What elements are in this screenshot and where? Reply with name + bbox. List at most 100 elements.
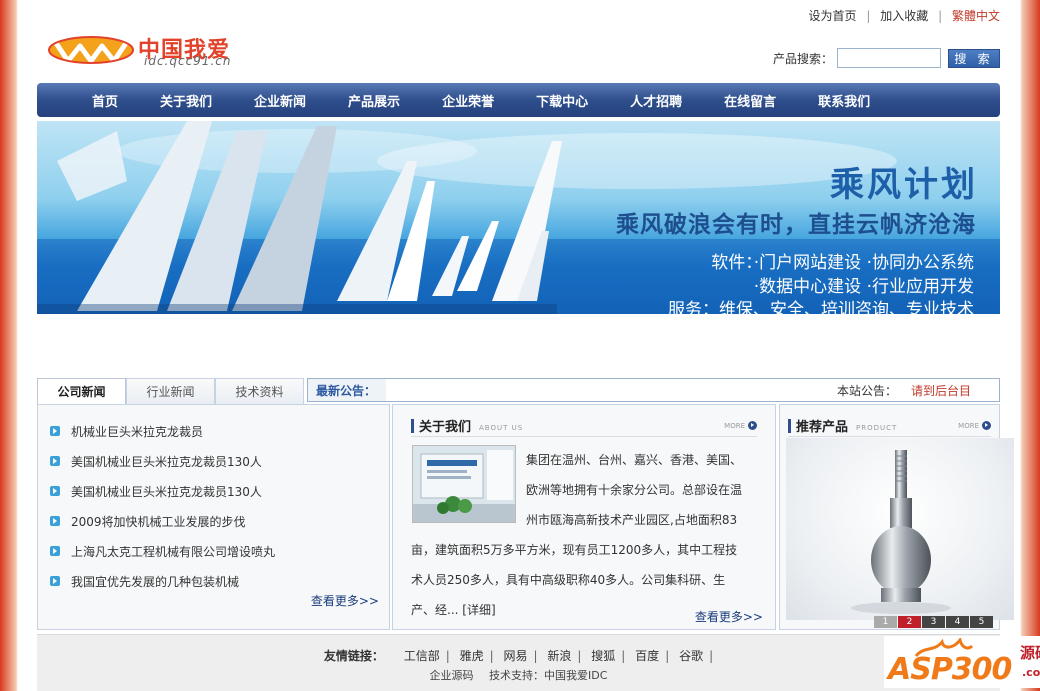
traditional-chinese-link[interactable]: 繁體中文 <box>952 9 1000 23</box>
news-title[interactable]: 上海凡太克工程机械有限公司增设喷丸 <box>71 543 275 560</box>
banner-line: 软件：·门户网站建设 ·协同办公系统 <box>711 253 974 273</box>
separator: | <box>445 649 450 663</box>
tab-tech-docs[interactable]: 技术资料 <box>215 378 304 404</box>
site-notice-label: 本站公告： <box>836 383 897 398</box>
list-item[interactable]: 机械业巨头米拉克龙裁员 <box>50 416 389 446</box>
product-title: 推荐产品 <box>796 420 849 435</box>
arrow-right-icon <box>982 421 991 430</box>
arrow-bullet-icon <box>50 576 60 586</box>
more-label: MORE <box>724 421 745 430</box>
news-title[interactable]: 2009将加快机械工业发展的步伐 <box>71 513 246 530</box>
separator: | <box>665 649 670 663</box>
copyright-source: 企业源码 <box>429 669 474 682</box>
watermark-side-text: 源码 <box>1020 644 1040 662</box>
nav-item-downloads[interactable]: 下载中心 <box>536 91 588 110</box>
header-bar-icon <box>788 418 791 433</box>
pager-page-4[interactable]: 4 <box>946 616 969 628</box>
about-title: 关于我们 <box>419 420 472 435</box>
news-title[interactable]: 我国宜优先发展的几种包装机械 <box>71 573 239 590</box>
news-title[interactable]: 美国机械业巨头米拉克龙裁员130人 <box>71 483 262 500</box>
news-title[interactable]: 美国机械业巨头米拉克龙裁员130人 <box>71 453 262 470</box>
news-tabs: 公司新闻 行业新闻 技术资料 <box>37 378 304 404</box>
search-bar: 产品搜索： 搜 索 <box>773 48 1000 68</box>
nav-item-jobs[interactable]: 人才招聘 <box>630 91 682 110</box>
logo[interactable]: 中国我爱 idc.qcc91.cn <box>48 30 278 70</box>
arrow-bullet-icon <box>50 426 60 436</box>
hero-banner[interactable]: 乘风计划 乘风破浪会有时，直挂云帆济沧海 软件：·门户网站建设 ·协同办公系统 … <box>37 121 1000 314</box>
header-bar-icon <box>411 418 414 433</box>
news-title[interactable]: 机械业巨头米拉克龙裁员 <box>71 423 203 440</box>
product-header: 推荐产品 PRODUCT MORE <box>788 415 991 437</box>
arrow-right-icon <box>748 421 757 430</box>
pager-page-1[interactable]: 1 <box>874 616 897 628</box>
notice-label: 最新公告： <box>316 383 377 398</box>
news-more-link[interactable]: 查看更多>> <box>311 592 379 609</box>
pager-page-3[interactable]: 3 <box>922 616 945 628</box>
site-notice-message[interactable]: 请到后台目 <box>911 382 971 399</box>
footer-link[interactable]: 新浪 <box>547 649 571 663</box>
top-links: 设为首页 | 加入收藏 | 繁體中文 <box>809 7 1000 24</box>
footer-link[interactable]: 谷歌 <box>679 649 703 663</box>
nav-item-products[interactable]: 产品展示 <box>348 91 400 110</box>
arrow-bullet-icon <box>50 516 60 526</box>
page: 设为首页 | 加入收藏 | 繁體中文 中国我爱 idc.qcc91.cn 产品搜… <box>18 0 1040 691</box>
separator: | <box>621 649 626 663</box>
pager-page-5[interactable]: 5 <box>970 616 993 628</box>
copyright-support: 技术支持：中国我爱IDC <box>489 669 608 682</box>
search-button[interactable]: 搜 索 <box>948 48 1000 68</box>
about-more-link[interactable]: 查看更多>> <box>695 608 763 625</box>
banner-line: ·数据中心建设 ·行业应用开发 <box>753 277 974 297</box>
about-panel: 关于我们 ABOUT US MORE 集团在温州、台州、嘉兴、香港、美国、欧洲等… <box>392 404 776 630</box>
photo-spacer <box>411 445 526 533</box>
list-item[interactable]: 美国机械业巨头米拉克龙裁员130人 <box>50 476 389 506</box>
pager-page-2[interactable]: 2 <box>898 616 921 628</box>
add-favorite-link[interactable]: 加入收藏 <box>880 9 928 23</box>
tab-company-news[interactable]: 公司新闻 <box>37 378 126 404</box>
logo-domain-text: idc.qcc91.cn <box>144 54 232 68</box>
footer-link[interactable]: 网易 <box>504 649 528 663</box>
friend-links-label: 友情链接： <box>323 649 384 663</box>
product-panel: 推荐产品 PRODUCT MORE 1 2 3 4 5 <box>779 404 1014 630</box>
footer-link[interactable]: 百度 <box>635 649 659 663</box>
watermark-domain-text: .com <box>1022 666 1040 679</box>
cv-joint-product-icon <box>851 450 951 614</box>
arrow-bullet-icon <box>50 546 60 556</box>
product-title-en: PRODUCT <box>856 423 898 432</box>
tab-industry-news[interactable]: 行业新闻 <box>126 378 215 404</box>
separator: | <box>489 649 494 663</box>
nav-item-about[interactable]: 关于我们 <box>160 91 212 110</box>
footer-link[interactable]: 雅虎 <box>460 649 484 663</box>
notice-bar: 最新公告： 本站公告： 请到后台目 <box>307 378 1000 402</box>
more-label: MORE <box>958 421 979 430</box>
footer-link[interactable]: 搜狐 <box>591 649 615 663</box>
nav-item-news[interactable]: 企业新闻 <box>254 91 306 110</box>
list-item[interactable]: 2009将加快机械工业发展的步伐 <box>50 506 389 536</box>
set-home-link[interactable]: 设为首页 <box>809 9 857 23</box>
about-header: 关于我们 ABOUT US MORE <box>411 415 757 437</box>
watermark-logo: ASP300 源码 .com <box>884 636 1040 688</box>
news-panel: 机械业巨头米拉克龙裁员 美国机械业巨头米拉克龙裁员130人 美国机械业巨头米拉克… <box>37 404 390 630</box>
separator: | <box>533 649 538 663</box>
product-more-button[interactable]: MORE <box>958 421 991 430</box>
product-image[interactable] <box>786 438 1014 620</box>
arrow-bullet-icon <box>50 486 60 496</box>
about-more-button[interactable]: MORE <box>724 421 757 430</box>
separator: | <box>938 9 943 23</box>
separator: | <box>709 649 714 663</box>
footer-link[interactable]: 工信部 <box>404 649 440 663</box>
nav-item-messages[interactable]: 在线留言 <box>724 91 776 110</box>
banner-line: 服务：维保、安全、培训咨询、专业技术 <box>668 300 974 314</box>
list-item[interactable]: 上海凡太克工程机械有限公司增设喷丸 <box>50 536 389 566</box>
about-title-en: ABOUT US <box>479 423 524 432</box>
watermark-main-text: ASP300 <box>888 652 1012 687</box>
nav-item-honors[interactable]: 企业荣誉 <box>442 91 494 110</box>
logo-w-icon <box>48 36 134 64</box>
banner-title: 乘风计划 <box>830 165 978 205</box>
list-item[interactable]: 美国机械业巨头米拉克龙裁员130人 <box>50 446 389 476</box>
footer: 友情链接： 工信部 | 雅虎 | 网易 | 新浪 | 搜狐 | 百度 | 谷歌 | 企业源码 … <box>37 634 1000 691</box>
nav-item-contact[interactable]: 联系我们 <box>818 91 870 110</box>
search-input[interactable] <box>837 48 941 68</box>
product-pager: 1 2 3 4 5 <box>873 616 993 628</box>
main-nav: 首页 关于我们 企业新闻 产品展示 企业荣誉 下载中心 人才招聘 在线留言 联系… <box>37 83 1000 117</box>
nav-item-home[interactable]: 首页 <box>92 91 118 110</box>
